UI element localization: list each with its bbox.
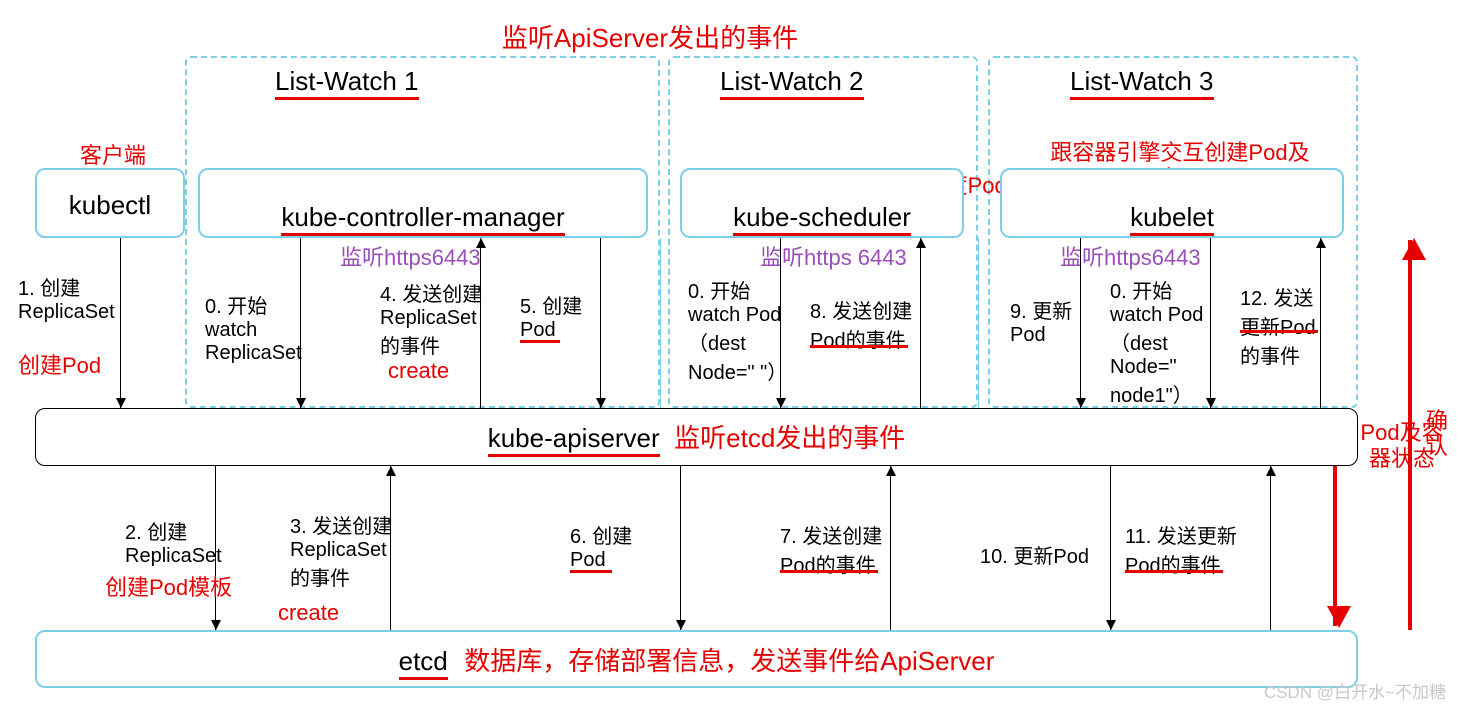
s0a: 0. 开始 watch ReplicaSet — [205, 290, 325, 365]
apiserver-name: kube-apiserver — [488, 423, 660, 457]
dash-edge-2 — [978, 238, 979, 408]
s0b: 0. 开始 watch Pod （dest Node=" "） — [688, 275, 808, 385]
etcd-box: etcd 数据库，存储部署信息，发送事件给ApiServer — [35, 630, 1358, 688]
s9: 9. 更新 Pod — [1010, 295, 1100, 347]
client-label: 客户端 — [80, 138, 146, 170]
s2: 2. 创建 ReplicaSet — [125, 516, 235, 568]
kubectl-box: kubectl — [35, 168, 185, 238]
kcm-listen: 监听https6443 — [340, 240, 481, 272]
confirm-label: 确 认 — [1420, 408, 1454, 461]
apiserver-box: kube-apiserver 监听etcd发出的事件 — [35, 408, 1358, 466]
apiserver-annot: 监听etcd发出的事件 — [674, 423, 905, 453]
arrow-s6 — [680, 466, 681, 630]
s1: 1. 创建 ReplicaSet — [18, 272, 128, 324]
listwatch-2-label: List-Watch 2 — [720, 66, 864, 97]
kcm-box: kube-controller-manager — [198, 168, 648, 238]
watermark: CSDN @白开水~不加糖 — [1264, 678, 1446, 703]
s5: 5. 创建 Pod — [520, 290, 610, 342]
underline-s7 — [780, 570, 878, 573]
kubelet-name: kubelet — [1130, 202, 1214, 236]
listwatch-3-label: List-Watch 3 — [1070, 66, 1214, 97]
etcd-annot: 数据库，存储部署信息，发送事件给ApiServer — [464, 646, 994, 676]
s10: 10. 更新Pod — [980, 540, 1120, 569]
scheduler-name: kube-scheduler — [733, 202, 911, 236]
s0c: 0. 开始 watch Pod （dest Node=" node1"） — [1110, 275, 1240, 408]
s12: 12. 发送 更新Pod 的事件 — [1240, 282, 1350, 369]
kubelet-box: kubelet — [1000, 168, 1344, 238]
create-pod-red-1: 创建Pod — [18, 348, 101, 380]
underline-s8 — [810, 345, 908, 348]
create-red-2: create — [278, 600, 339, 626]
underline-s11 — [1125, 570, 1223, 573]
kubelet-listen: 监听https6443 — [1060, 240, 1201, 272]
title-top: 监听ApiServer发出的事件 — [440, 18, 860, 55]
red-arrow-confirm — [1408, 240, 1412, 630]
create-pod-tpl: 创建Pod模板 — [105, 570, 232, 602]
red-arrow-pod-status — [1333, 466, 1337, 626]
kcm-name: kube-controller-manager — [281, 202, 564, 236]
kubectl-label: kubectl — [69, 190, 151, 220]
s6: 6. 创建 Pod — [570, 520, 660, 572]
underline-s6 — [570, 570, 612, 573]
underline-s5 — [520, 340, 560, 343]
underline-s12 — [1240, 330, 1318, 333]
create-red-1: create — [388, 358, 449, 384]
scheduler-listen: 监听https 6443 — [760, 240, 907, 272]
etcd-name: etcd — [399, 646, 448, 680]
scheduler-box: kube-scheduler — [680, 168, 964, 238]
dash-edge-1 — [660, 238, 661, 408]
s3: 3. 发送创建 ReplicaSet 的事件 — [290, 510, 420, 591]
s4: 4. 发送创建 ReplicaSet 的事件 — [380, 278, 510, 359]
listwatch-1-label: List-Watch 1 — [275, 66, 419, 97]
